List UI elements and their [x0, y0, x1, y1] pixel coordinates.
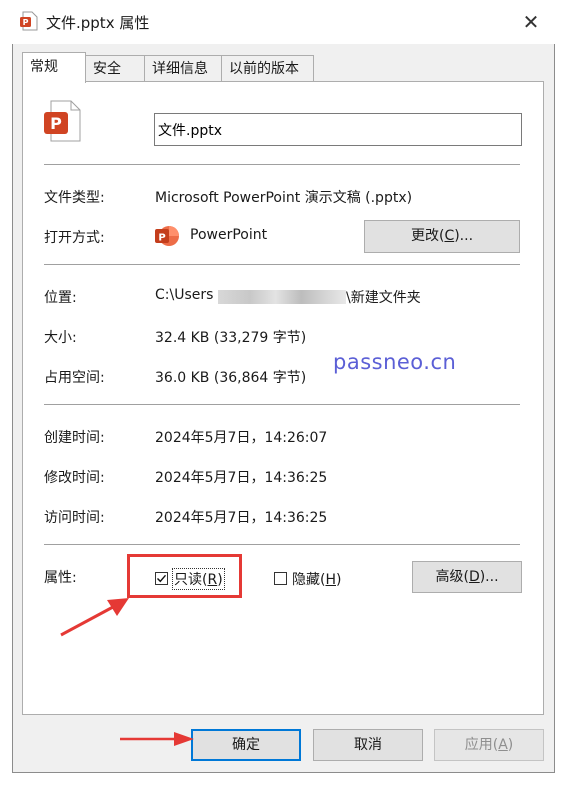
- advanced-button[interactable]: 高级(D)...: [412, 561, 522, 593]
- apply-button-pre: 应用(: [464, 737, 499, 753]
- redacted-path: [218, 290, 346, 304]
- divider: [44, 264, 520, 265]
- watermark: passneo.cn: [333, 350, 457, 374]
- size-label: 大小:: [44, 330, 77, 346]
- location-label: 位置:: [44, 290, 77, 306]
- attributes-label: 属性:: [44, 570, 77, 586]
- file-type-label: 文件类型:: [44, 190, 105, 206]
- svg-text:P: P: [158, 233, 165, 244]
- divider: [44, 164, 520, 165]
- location-prefix: C:\Users: [155, 287, 214, 303]
- apply-button-post: ): [507, 737, 514, 753]
- modified-label: 修改时间:: [44, 470, 105, 486]
- hidden-label[interactable]: 隐藏(H): [292, 569, 341, 589]
- opens-with-app: PowerPoint: [190, 227, 268, 243]
- arrow-pointer-ok: [120, 732, 194, 746]
- svg-text:P: P: [23, 18, 29, 27]
- advanced-button-key: D: [468, 569, 480, 585]
- powerpoint-app-icon: P: [154, 224, 180, 248]
- apply-button-key: A: [498, 737, 508, 753]
- location-suffix: \新建文件夹: [346, 290, 421, 306]
- advanced-button-pre: 高级(: [435, 569, 469, 585]
- tab-details[interactable]: 详细信息: [144, 55, 222, 82]
- change-button[interactable]: 更改(C)...: [364, 220, 520, 253]
- hidden-checkbox[interactable]: [274, 572, 287, 585]
- change-button-key: C: [444, 228, 455, 244]
- hidden-label-post: ): [336, 572, 342, 588]
- window-title: 文件.pptx 属性: [46, 14, 150, 32]
- cancel-button-label: 取消: [354, 737, 382, 753]
- ok-button-label: 确定: [232, 737, 260, 753]
- size-on-disk-label: 占用空间:: [44, 370, 105, 386]
- powerpoint-file-icon: P: [20, 11, 38, 31]
- accessed-value: 2024年5月7日，14:36:25: [155, 510, 328, 526]
- ok-button[interactable]: 确定: [191, 729, 301, 761]
- accessed-label: 访问时间:: [44, 510, 105, 526]
- created-value: 2024年5月7日，14:26:07: [155, 430, 328, 446]
- hidden-label-pre: 隐藏(: [292, 572, 326, 588]
- change-button-pre: 更改(: [410, 228, 445, 244]
- tab-details-label: 详细信息: [152, 61, 208, 77]
- svg-text:P: P: [50, 114, 62, 133]
- created-label: 创建时间:: [44, 430, 105, 446]
- opens-with-label: 打开方式:: [44, 230, 105, 246]
- tab-general-label: 常规: [30, 59, 58, 75]
- change-button-post: )...: [454, 228, 474, 244]
- close-button[interactable]: ✕: [516, 9, 546, 35]
- divider: [44, 404, 520, 405]
- modified-value: 2024年5月7日，14:36:25: [155, 470, 328, 486]
- arrow-pointer-readonly: [60, 598, 129, 637]
- tab-security[interactable]: 安全: [85, 55, 145, 82]
- tab-security-label: 安全: [93, 61, 121, 77]
- file-type-value: Microsoft PowerPoint 演示文稿 (.pptx): [155, 190, 413, 206]
- size-value: 32.4 KB (33,279 字节): [155, 330, 307, 346]
- hidden-label-key: H: [325, 572, 336, 588]
- cancel-button[interactable]: 取消: [313, 729, 423, 761]
- tab-general[interactable]: 常规: [22, 52, 86, 83]
- divider: [44, 544, 520, 545]
- size-on-disk-value: 36.0 KB (36,864 字节): [155, 370, 307, 386]
- advanced-button-post: )...: [479, 569, 499, 585]
- highlight-box: [127, 554, 242, 598]
- apply-button[interactable]: 应用(A): [434, 729, 544, 761]
- filename-field[interactable]: [154, 113, 522, 146]
- tab-previous-versions[interactable]: 以前的版本: [221, 55, 314, 82]
- pptx-file-icon: P: [43, 100, 81, 142]
- tab-previous-versions-label: 以前的版本: [229, 61, 299, 77]
